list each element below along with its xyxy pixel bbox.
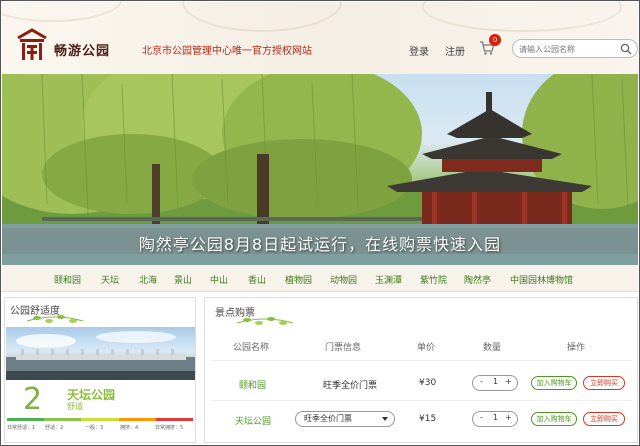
banner-caption[interactable]: 陶然亭公园8月8日起试运行，在线购票快速入园 bbox=[2, 231, 638, 255]
nav-item-yiheyuan[interactable]: 颐和园 bbox=[54, 273, 81, 286]
sprig-decoration-icon bbox=[236, 317, 294, 325]
comfort-scale-label: 舒适：2 bbox=[45, 425, 64, 431]
column-header: 公园名称 bbox=[233, 343, 270, 353]
nav-item-zizhuyuan[interactable]: 紫竹院 bbox=[420, 273, 447, 286]
site-slogan: 北京市公园管理中心唯一官方授权网站 bbox=[142, 46, 312, 57]
sprig-decoration-icon bbox=[26, 315, 84, 323]
cloud-decoration bbox=[182, 1, 342, 32]
nav-item-botanical[interactable]: 植物园 bbox=[285, 273, 312, 286]
ticket-price: ¥15 bbox=[419, 414, 437, 424]
quantity-value[interactable]: 1 bbox=[493, 413, 498, 422]
register-link[interactable]: 注册 bbox=[445, 43, 465, 58]
ticket-panel: 景点购票 公园名称 门票信息 单价 数量 操作 颐和园 旺季全价门票 ¥30 -… bbox=[204, 297, 638, 443]
hero-banner[interactable]: 陶然亭公园8月8日起试运行，在线购票快速入园 bbox=[2, 74, 638, 265]
nav-item-zoo[interactable]: 动物园 bbox=[330, 273, 357, 286]
quantity-stepper: - 1 + bbox=[472, 411, 518, 427]
cloud-decoration bbox=[422, 1, 622, 32]
comfort-scale-segment bbox=[7, 418, 45, 421]
quantity-plus-button[interactable]: + bbox=[505, 377, 512, 386]
cart-count-badge: 0 bbox=[489, 34, 501, 46]
comfort-scale-segment bbox=[44, 418, 82, 421]
page-frame: 畅游公园 北京市公园管理中心唯一官方授权网站 登录 注册 0 请输入公园名称 陶… bbox=[0, 0, 640, 446]
search-input[interactable] bbox=[519, 42, 615, 56]
search-box bbox=[512, 39, 638, 58]
brand-name[interactable]: 畅游公园 bbox=[54, 40, 110, 59]
comfort-scale-bar bbox=[7, 418, 194, 421]
comfort-scale-segment bbox=[155, 418, 194, 421]
comfort-scale-label: 拥挤：4 bbox=[120, 425, 139, 431]
cloud-decoration bbox=[1, 1, 122, 22]
ticket-price: ¥30 bbox=[419, 378, 437, 388]
buy-now-button[interactable]: 立即购买 bbox=[583, 376, 625, 390]
park-nav: 颐和园 天坛 北海 景山 中山 香山 植物园 动物园 玉渊潭 紫竹院 陶然亭 中… bbox=[2, 265, 638, 292]
comfort-scale-label: 一般：3 bbox=[85, 425, 104, 431]
comfort-scale-label: 非常拥挤：5 bbox=[155, 425, 184, 431]
comfort-panel: 公园舒适度 2 天坛公园 舒适 非常舒适：1 舒适：2 一般：3 拥挤：4 非常… bbox=[4, 297, 196, 443]
column-header: 数量 bbox=[483, 343, 502, 353]
nav-item-jingshan[interactable]: 景山 bbox=[174, 273, 192, 286]
comfort-scale-segment bbox=[118, 418, 156, 421]
nav-item-zhongshan[interactable]: 中山 bbox=[210, 273, 228, 286]
ticket-park-name[interactable]: 天坛公园 bbox=[235, 414, 271, 427]
comfort-scale-label: 非常舒适：1 bbox=[7, 425, 36, 431]
ticket-type-selected: 旺季全价门票 bbox=[304, 414, 352, 423]
comfort-level-number: 2 bbox=[23, 382, 43, 417]
site-header: 畅游公园 北京市公园管理中心唯一官方授权网站 登录 注册 0 bbox=[1, 1, 638, 74]
comfort-scale-labels: 非常舒适：1 舒适：2 一般：3 拥挤：4 非常拥挤：5 bbox=[7, 424, 195, 434]
park-photo bbox=[6, 327, 195, 380]
column-header: 操作 bbox=[567, 343, 586, 353]
nav-item-tiantan[interactable]: 天坛 bbox=[101, 273, 119, 286]
palace-logo-icon[interactable] bbox=[15, 28, 49, 62]
nav-item-xiangshan[interactable]: 香山 bbox=[248, 273, 266, 286]
quantity-minus-button[interactable]: - bbox=[480, 413, 483, 422]
ticket-park-name[interactable]: 颐和园 bbox=[239, 378, 266, 391]
quantity-stepper: - 1 + bbox=[472, 375, 518, 391]
nav-item-taoranting[interactable]: 陶然亭 bbox=[464, 273, 491, 286]
row-divider bbox=[211, 360, 633, 361]
column-header: 门票信息 bbox=[325, 343, 362, 353]
ticket-type: 旺季全价门票 bbox=[323, 381, 378, 391]
buy-now-button[interactable]: 立即购买 bbox=[583, 412, 625, 426]
nav-item-beihai[interactable]: 北海 bbox=[139, 273, 157, 286]
quantity-value[interactable]: 1 bbox=[493, 377, 498, 386]
comfort-status: 舒适 bbox=[67, 402, 83, 411]
nav-item-yuyuantan[interactable]: 玉渊潭 bbox=[375, 273, 402, 286]
nav-item-garden-museum[interactable]: 中国园林博物馆 bbox=[510, 273, 573, 286]
comfort-scale-segment bbox=[81, 418, 119, 421]
login-link[interactable]: 登录 bbox=[409, 43, 429, 58]
chevron-down-icon bbox=[382, 417, 388, 421]
column-header: 单价 bbox=[417, 343, 436, 353]
quantity-minus-button[interactable]: - bbox=[480, 377, 483, 386]
add-to-cart-button[interactable]: 加入购物车 bbox=[531, 376, 577, 390]
add-to-cart-button[interactable]: 加入购物车 bbox=[531, 412, 577, 426]
row-divider bbox=[211, 400, 633, 401]
ticket-type-select[interactable]: 旺季全价门票 bbox=[295, 411, 395, 427]
quantity-plus-button[interactable]: + bbox=[505, 413, 512, 422]
search-icon[interactable] bbox=[620, 43, 632, 55]
